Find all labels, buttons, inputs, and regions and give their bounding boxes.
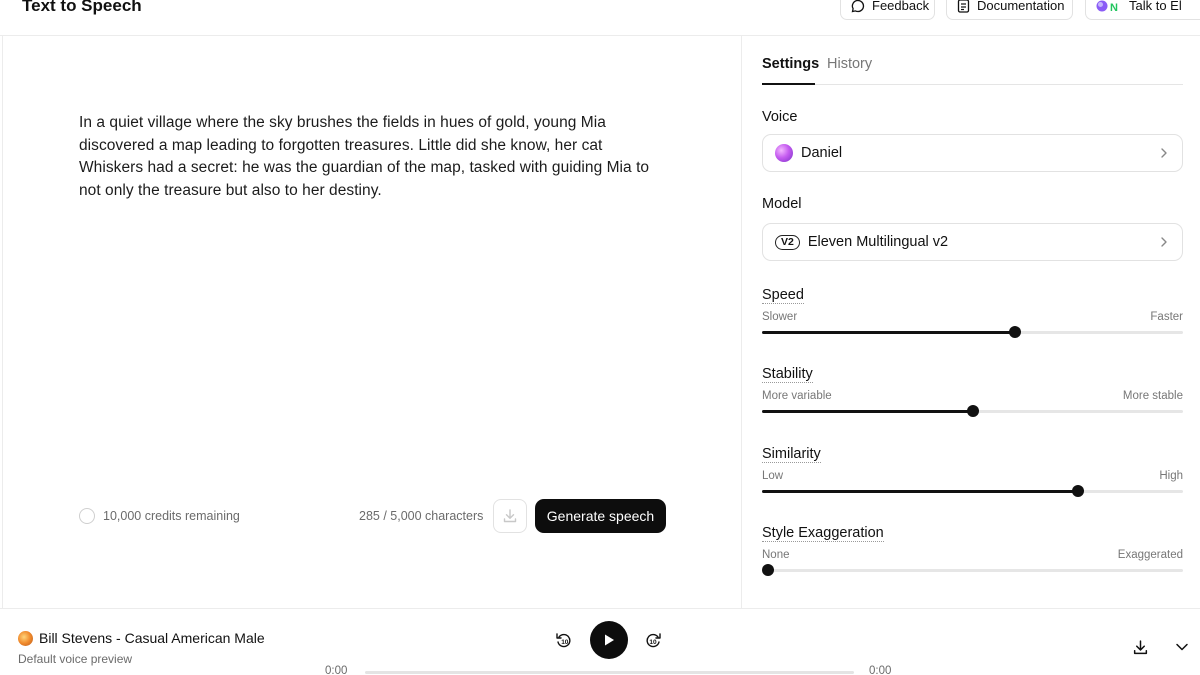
svg-text:N: N (1110, 2, 1118, 13)
voice-value: Daniel (801, 145, 843, 161)
credits-text: 10,000 credits remaining (103, 509, 240, 523)
audio-player: Bill Stevens - Casual American Male Defa… (0, 608, 1200, 675)
svg-text:10: 10 (649, 639, 657, 646)
documentation-label: Documentation (977, 0, 1065, 13)
similarity-low-label: Low (762, 470, 784, 482)
speed-thumb[interactable] (1008, 326, 1021, 338)
speed-label: Speed (762, 287, 804, 304)
feedback-button[interactable]: Feedback (840, 0, 935, 20)
player-download-button[interactable] (1132, 639, 1149, 656)
stability-low-label: More variable (762, 390, 832, 402)
download-button[interactable] (493, 499, 527, 533)
style-low-label: None (762, 549, 790, 561)
document-icon (957, 0, 970, 13)
generate-speech-button[interactable]: Generate speech (535, 499, 666, 533)
style-exaggeration-label: Style Exaggeration (762, 525, 884, 542)
credits-circle-icon (79, 508, 95, 524)
style-high-label: Exaggerated (1117, 549, 1183, 561)
panel-tabs: Settings History (762, 54, 1183, 85)
similarity-slider[interactable]: Low High (762, 470, 1183, 497)
tab-history[interactable]: History (827, 56, 872, 72)
similarity-thumb[interactable] (1071, 485, 1084, 497)
speed-slider[interactable]: Slower Faster (762, 311, 1183, 338)
similarity-track[interactable] (762, 485, 1183, 497)
model-value: Eleven Multilingual v2 (807, 234, 949, 250)
voice-avatar (775, 144, 793, 162)
player-track-title: Bill Stevens - Casual American Male (18, 630, 265, 646)
documentation-button[interactable]: Documentation (946, 0, 1073, 20)
speed-track[interactable] (762, 326, 1183, 338)
rewind-10-icon: 10 (556, 633, 571, 648)
stability-thumb[interactable] (966, 405, 979, 417)
play-button[interactable] (590, 621, 628, 659)
current-time: 0:00 (325, 665, 348, 675)
settings-panel: Settings History Voice Daniel Model V2 E… (741, 36, 1200, 608)
talk-label: Talk to El (1129, 0, 1182, 13)
download-icon (1133, 640, 1148, 655)
style-exaggeration-slider[interactable]: None Exaggerated (762, 549, 1183, 576)
rewind-10-button[interactable]: 10 (555, 631, 573, 649)
svg-text:10: 10 (561, 639, 569, 646)
forward-10-icon: 10 (646, 633, 661, 648)
player-track-subtitle: Default voice preview (18, 652, 133, 666)
chevron-down-icon (1176, 643, 1188, 651)
character-count: 285 / 5,000 characters (359, 509, 484, 523)
model-label: Model (762, 196, 802, 212)
chat-bubble-icon (851, 0, 865, 13)
download-icon (503, 509, 517, 523)
chevron-right-icon (1161, 237, 1167, 247)
speed-low-label: Slower (762, 311, 798, 323)
voice-selector[interactable]: Daniel (762, 134, 1183, 172)
tab-settings[interactable]: Settings (762, 56, 819, 72)
speed-high-label: Faster (1150, 311, 1183, 323)
agent-avatar-icon: N (1096, 0, 1118, 13)
credits-indicator: 10,000 credits remaining (79, 508, 240, 524)
similarity-high-label: High (1159, 470, 1183, 482)
top-header: Text to Speech Feedback Documentation N … (0, 0, 1200, 36)
style-exaggeration-thumb[interactable] (762, 564, 775, 576)
active-tab-indicator (762, 83, 815, 85)
feedback-label: Feedback (872, 0, 930, 13)
text-input-area[interactable]: In a quiet village where the sky brushes… (79, 112, 669, 203)
similarity-label: Similarity (762, 446, 821, 463)
model-version-badge: V2 (775, 234, 800, 250)
stability-label: Stability (762, 366, 813, 383)
voice-label: Voice (762, 109, 798, 125)
model-selector[interactable]: V2 Eleven Multilingual v2 (762, 223, 1183, 261)
left-divider (2, 36, 3, 608)
track-title-text: Bill Stevens - Casual American Male (39, 630, 265, 646)
talk-to-el-button[interactable]: N Talk to El (1085, 0, 1200, 20)
stability-slider[interactable]: More variable More stable (762, 390, 1183, 417)
chevron-right-icon (1161, 148, 1167, 158)
collapse-player-button[interactable] (1175, 642, 1189, 652)
page-title: Text to Speech (22, 0, 142, 15)
track-voice-avatar (18, 630, 33, 646)
style-exaggeration-track[interactable] (762, 564, 1183, 576)
stability-high-label: More stable (1122, 390, 1183, 402)
stability-track[interactable] (762, 405, 1183, 417)
play-icon (605, 634, 614, 646)
total-time: 0:00 (869, 665, 892, 675)
playback-progress-bar[interactable] (365, 671, 854, 674)
forward-10-button[interactable]: 10 (644, 631, 662, 649)
